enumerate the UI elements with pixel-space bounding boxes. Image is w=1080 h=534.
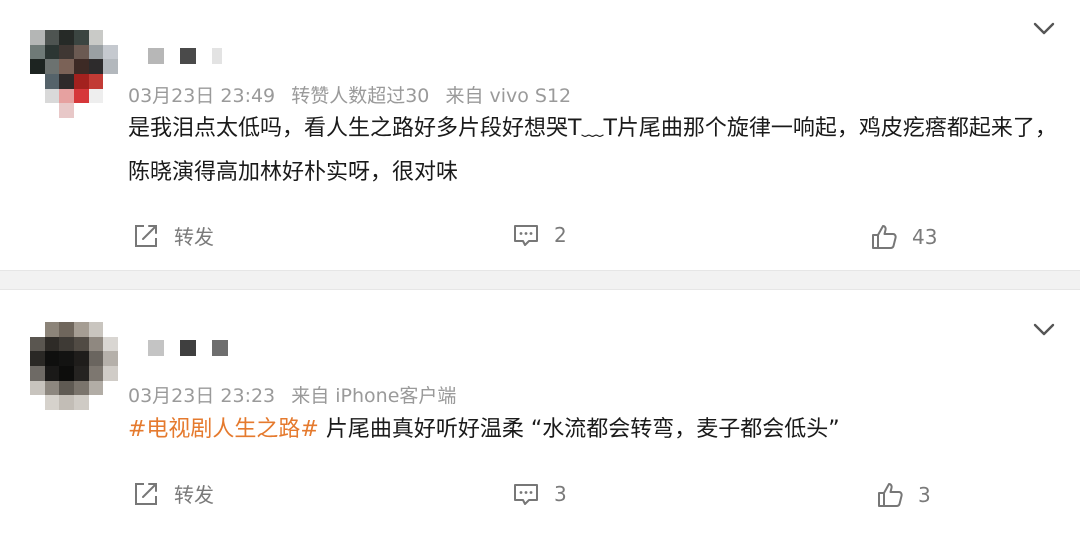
- repost-icon: [135, 482, 157, 505]
- like-count: 3: [918, 483, 931, 507]
- hashtag-link[interactable]: #电视剧人生之路#: [128, 417, 319, 442]
- comment-date: 03月23日 23:23: [128, 385, 276, 407]
- repost-button[interactable]: 转发: [132, 221, 214, 250]
- repost-icon: [135, 224, 157, 247]
- username-redacted[interactable]: [148, 340, 228, 356]
- comment-badge: 转赞人数超过30: [291, 85, 430, 107]
- chevron-down-icon[interactable]: [1032, 318, 1056, 342]
- comment-source: 来自 vivo S12: [445, 85, 572, 107]
- comment-card: 03月23日 23:49 转赞人数超过30 来自 vivo S12 是我泪点太低…: [0, 0, 1080, 270]
- username-redacted[interactable]: [148, 48, 222, 64]
- avatar[interactable]: [30, 322, 118, 410]
- comment-button[interactable]: 3: [512, 480, 567, 508]
- comment-text: 是我泪点太低吗，看人生之路好多片段好想哭T﹏T片尾曲那个旋律一响起，鸡皮疙瘩都起…: [128, 116, 1057, 185]
- comment-date: 03月23日 23:49: [128, 85, 276, 107]
- comment-meta: 03月23日 23:49 转赞人数超过30 来自 vivo S12: [128, 81, 571, 108]
- chevron-down-icon[interactable]: [1032, 17, 1056, 41]
- comment-count: 2: [554, 223, 567, 247]
- like-button[interactable]: 43: [870, 223, 937, 251]
- like-count: 43: [912, 225, 938, 249]
- comment-source: 来自 iPhone客户端: [291, 385, 457, 407]
- like-button[interactable]: 3: [876, 481, 931, 509]
- like-icon: [872, 225, 897, 249]
- repost-label: 转发: [174, 225, 214, 249]
- comment-body: 片尾曲真好听好温柔 “水流都会转弯，麦子都会低头”: [318, 417, 840, 442]
- avatar[interactable]: [30, 30, 118, 118]
- comment-button[interactable]: 2: [512, 221, 567, 249]
- comment-text: #电视剧人生之路# 片尾曲真好听好温柔 “水流都会转弯，麦子都会低头”: [128, 408, 1058, 452]
- comment-icon: [514, 484, 538, 505]
- divider: [0, 270, 1080, 290]
- comment-count: 3: [554, 482, 567, 506]
- like-icon: [878, 483, 903, 507]
- comment-icon: [514, 225, 538, 246]
- comment-card: 03月23日 23:23 来自 iPhone客户端 #电视剧人生之路# 片尾曲真…: [0, 290, 1080, 534]
- repost-button[interactable]: 转发: [132, 479, 214, 508]
- repost-label: 转发: [174, 483, 214, 507]
- comment-meta: 03月23日 23:23 来自 iPhone客户端: [128, 381, 456, 408]
